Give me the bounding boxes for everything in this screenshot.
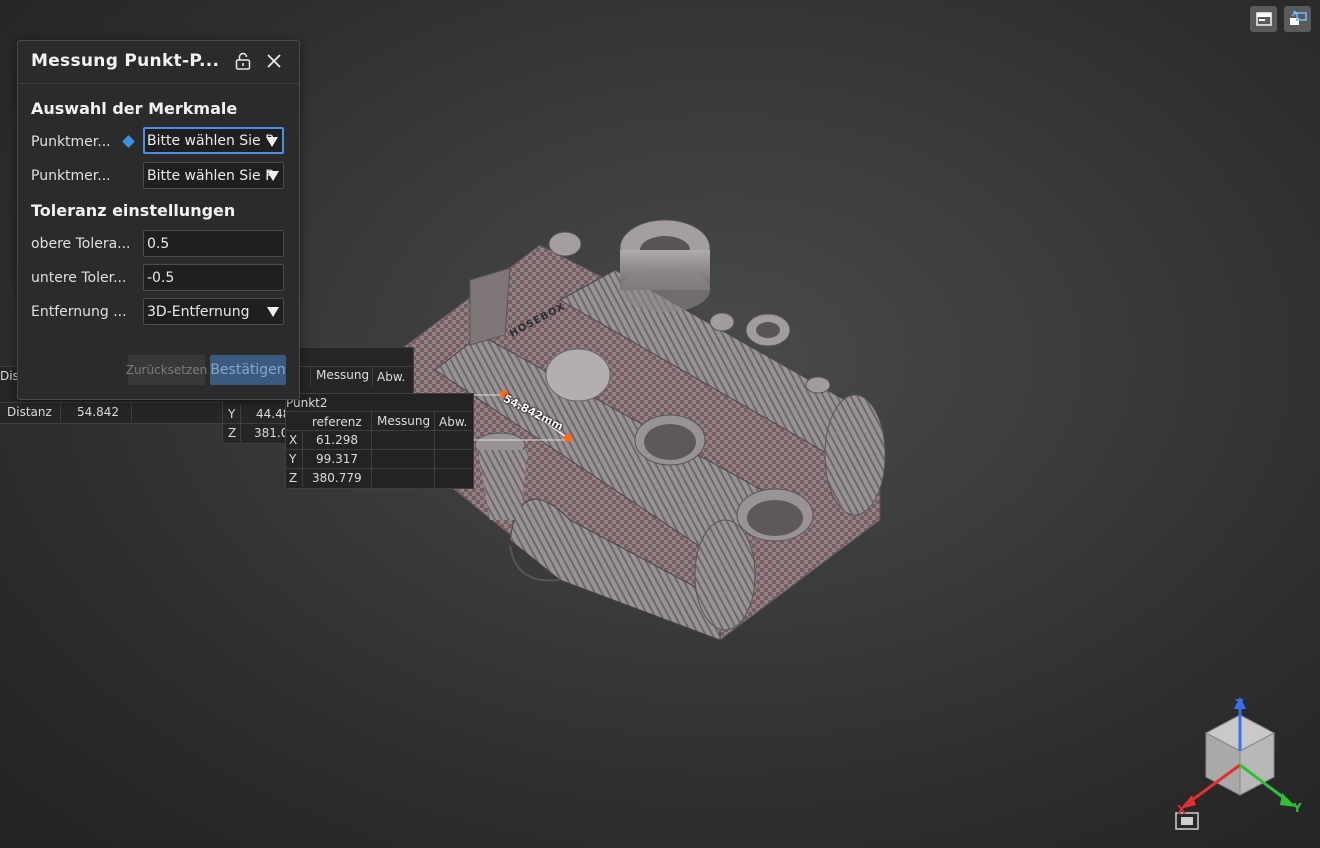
swap-view-button[interactable] [1284,6,1311,32]
punkt2-col-abw: Abw. [439,415,468,429]
distance-type-value: 3D-Entfernung [147,304,250,320]
measurement-point-2[interactable] [564,434,572,442]
punkt2-col-messung: Messung [377,414,431,428]
lower-tolerance-value: -0.5 [147,270,175,286]
axis-y-label: Y [1293,801,1302,815]
distance-type-label: Entfernung ... [31,304,127,320]
punkt1-col-messung: Messung [316,368,370,382]
lower-tolerance-input[interactable]: -0.5 [143,264,284,291]
upper-tolerance-label: obere Tolera... [31,236,131,252]
fit-view-icon[interactable] [1176,813,1198,829]
punkt2-y-value: 99.317 [316,452,358,466]
unlock-icon[interactable] [234,52,252,70]
close-icon[interactable] [265,52,283,70]
measurement-dialog: Messung Punkt-P... Auswahl der Merkmale … [17,40,300,400]
punkt2-y-label: Y [289,452,297,466]
punkt2-z-label: Z [289,471,298,485]
chevron-down-icon [266,137,278,147]
distance-row-label: Distanz [7,405,52,419]
point2-select[interactable]: Bitte wählen Sie P [143,162,284,189]
axis-z-label: Z [1235,697,1244,711]
confirm-button[interactable]: Bestätigen [210,355,286,385]
active-marker-icon [122,135,135,148]
swap-view-icon [1289,11,1307,25]
distance-value: 54.842 [77,405,119,419]
punkt1-col-abw: Abw. [377,370,406,384]
features-section-title: Auswahl der Merkmale [31,99,238,118]
lower-tolerance-label: untere Toler... [31,270,127,286]
point1-select[interactable]: Bitte wählen Sie P [143,127,284,154]
window-icon [1255,12,1272,26]
window-button[interactable] [1250,6,1277,32]
dialog-header: Messung Punkt-P... [18,41,299,84]
punkt1-z-label: Z [228,426,237,440]
chevron-down-icon [267,171,279,181]
punkt2-x-label: X [289,433,298,447]
upper-tolerance-value: 0.5 [147,236,170,252]
dialog-title: Messung Punkt-P... [31,51,220,71]
distance-type-select[interactable]: 3D-Entfernung [143,298,284,325]
punkt1-y-label: Y [228,407,236,421]
punkt2-z-value: 380.779 [312,471,362,485]
punkt2-x-value: 61.298 [316,433,358,447]
upper-tolerance-input[interactable]: 0.5 [143,230,284,257]
point1-select-value: Bitte wählen Sie P [147,133,274,149]
reset-button[interactable]: Zurücksetzen [126,355,207,385]
tolerance-section-title: Toleranz einstellungen [31,201,236,220]
chevron-down-icon [267,307,279,317]
point2-select-value: Bitte wählen Sie P [147,168,274,184]
punkt2-col-referenz: referenz [312,415,362,429]
distance-table-title: Dis [0,369,19,383]
point2-label: Punktmer... [31,168,111,184]
point1-label: Punktmer... [31,134,111,150]
punkt1-z-value: 381.0 [254,426,289,440]
